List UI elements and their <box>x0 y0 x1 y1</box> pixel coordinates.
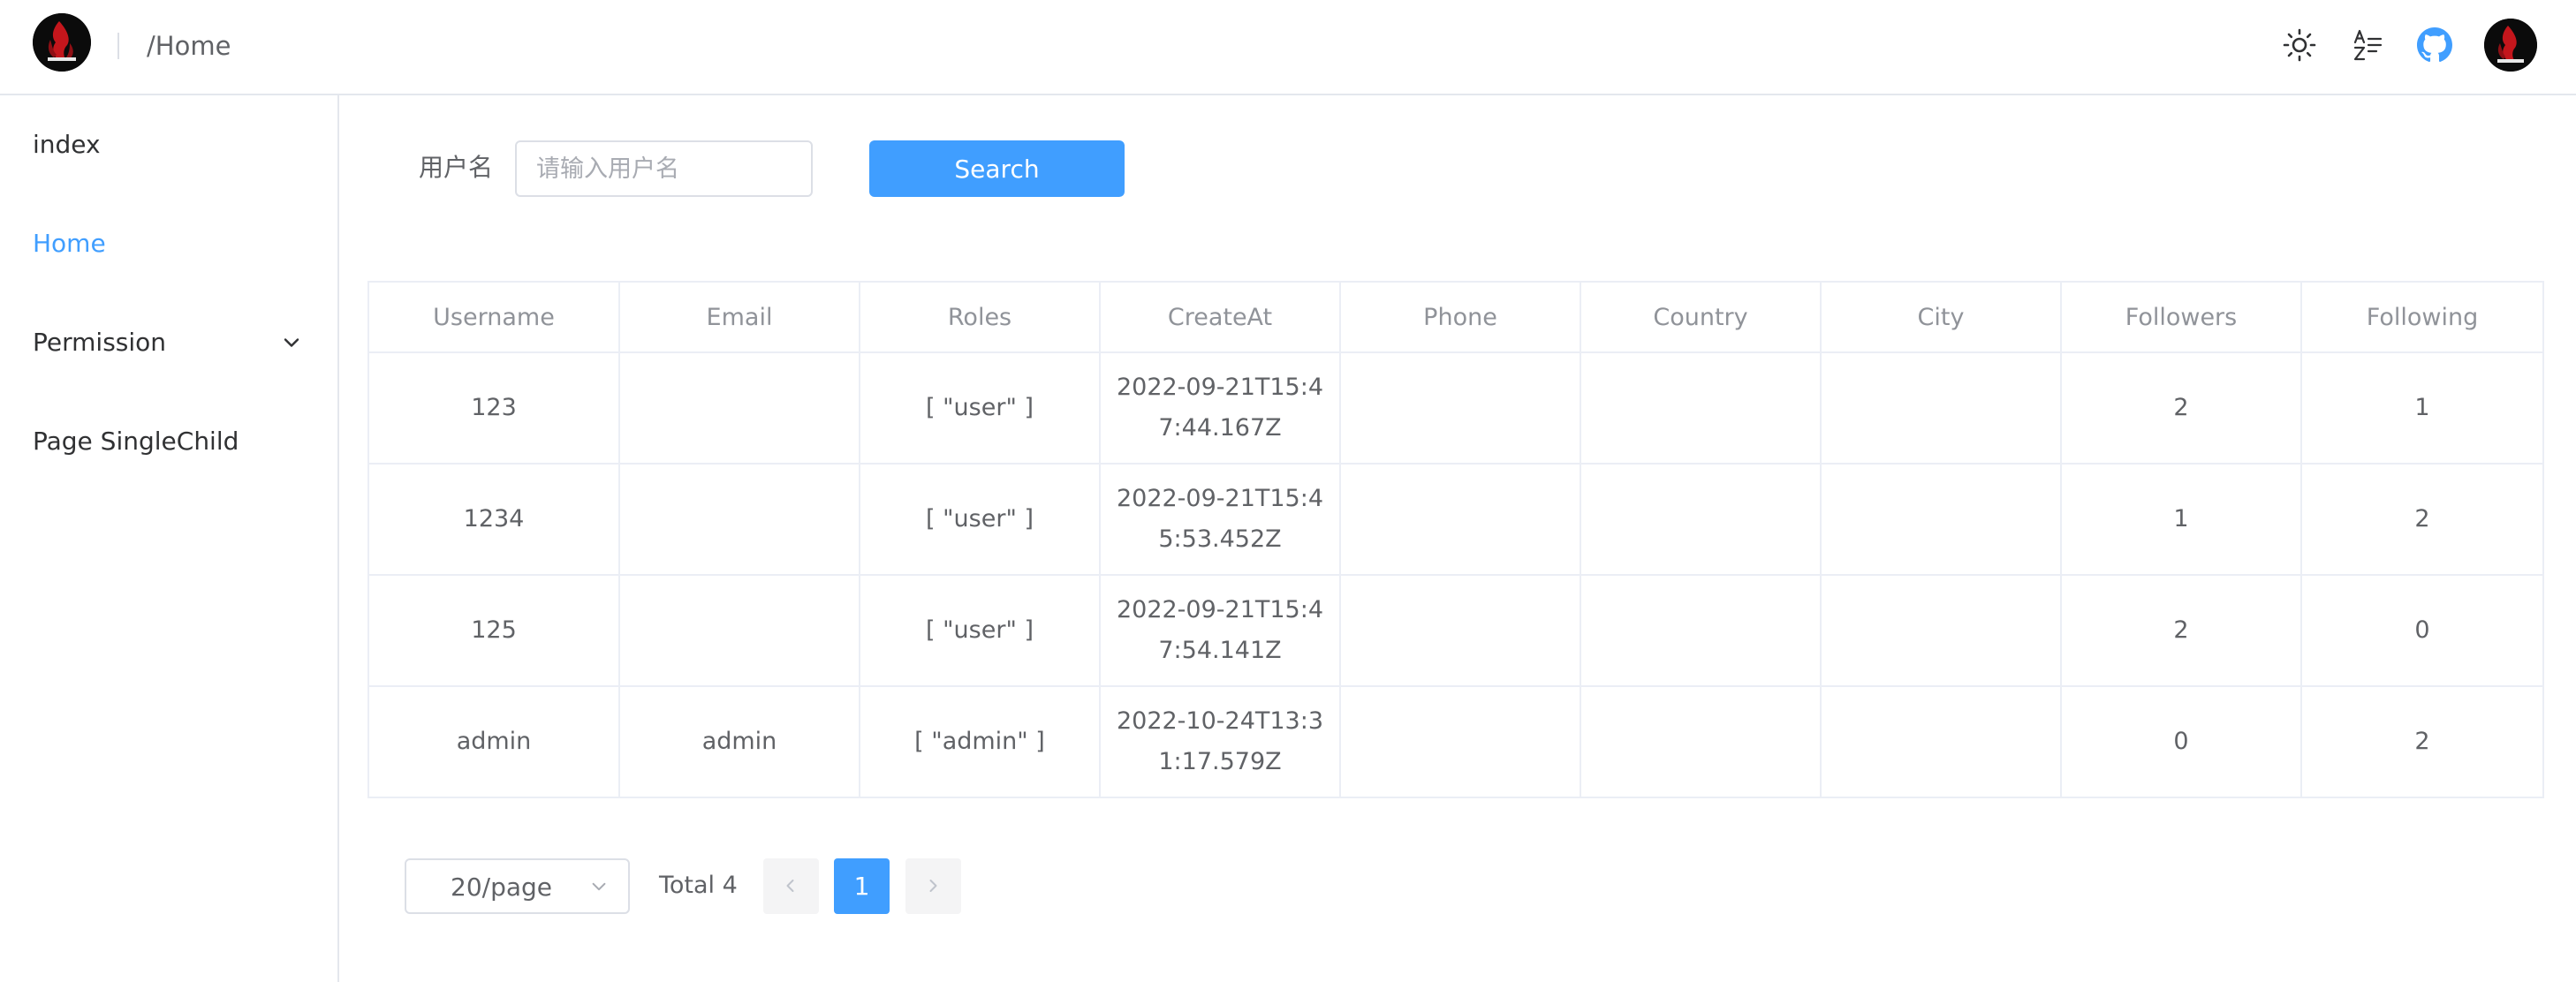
table-row[interactable]: 1234 [ "user" ] 2022-09-21T15:45:53.452Z… <box>367 463 2544 576</box>
column-header-city[interactable]: City <box>1820 281 2062 353</box>
cell-city <box>1820 463 2062 576</box>
username-input[interactable] <box>515 140 813 197</box>
column-header-email[interactable]: Email <box>618 281 860 353</box>
table-row[interactable]: 125 [ "user" ] 2022-09-21T15:47:54.141Z … <box>367 574 2544 687</box>
cell-phone <box>1339 463 1581 576</box>
table-row[interactable]: admin admin [ "admin" ] 2022-10-24T13:31… <box>367 685 2544 798</box>
app-root: /Home index Home Permission Page SingleC… <box>0 0 2576 982</box>
column-header-following[interactable]: Following <box>2300 281 2544 353</box>
table-row[interactable]: 123 [ "user" ] 2022-09-21T15:47:44.167Z … <box>367 351 2544 465</box>
cell-email: admin <box>618 685 860 798</box>
cell-following: 1 <box>2300 351 2544 465</box>
cell-roles: [ "user" ] <box>859 463 1101 576</box>
sidebar-item-label: Page SingleChild <box>33 427 239 456</box>
cell-roles: [ "admin" ] <box>859 685 1101 798</box>
cell-following: 2 <box>2300 685 2544 798</box>
cell-username: 123 <box>367 351 620 465</box>
user-avatar[interactable] <box>2484 19 2537 72</box>
sidebar-item-label: index <box>33 130 101 159</box>
column-header-phone[interactable]: Phone <box>1339 281 1581 353</box>
cell-followers: 2 <box>2060 574 2302 687</box>
cell-country <box>1580 574 1822 687</box>
cell-phone <box>1339 685 1581 798</box>
column-header-followers[interactable]: Followers <box>2060 281 2302 353</box>
users-table-wrapper: Username Email Roles CreateAt Phone Coun… <box>367 281 2544 798</box>
translate-icon[interactable] <box>2349 27 2384 63</box>
users-table: Username Email Roles CreateAt Phone Coun… <box>367 281 2544 798</box>
cell-username: 1234 <box>367 463 620 576</box>
cell-username: 125 <box>367 574 620 687</box>
page-size-select[interactable]: 20/page <box>405 858 630 914</box>
sidebar-item-permission[interactable]: Permission <box>0 293 337 392</box>
cell-following: 2 <box>2300 463 2544 576</box>
top-header: /Home <box>0 0 2576 95</box>
chevron-down-icon <box>589 877 609 896</box>
cell-email <box>618 351 860 465</box>
chevron-right-icon <box>929 880 937 892</box>
column-header-country[interactable]: Country <box>1580 281 1822 353</box>
cell-createat: 2022-09-21T15:47:54.141Z <box>1099 574 1341 687</box>
search-button[interactable]: Search <box>869 140 1125 197</box>
next-page-button[interactable] <box>905 858 961 914</box>
sidebar-menu: index Home Permission Page SingleChild <box>0 95 339 982</box>
cell-phone <box>1339 351 1581 465</box>
sidebar-item-label: Home <box>33 229 106 258</box>
sidebar-item-page-singlechild[interactable]: Page SingleChild <box>0 392 337 491</box>
cell-email <box>618 463 860 576</box>
sidebar-item-label: Permission <box>33 328 167 357</box>
cell-phone <box>1339 574 1581 687</box>
cell-roles: [ "user" ] <box>859 574 1101 687</box>
username-label: 用户名 <box>419 153 494 182</box>
cell-createat: 2022-10-24T13:31:17.579Z <box>1099 685 1341 798</box>
cell-followers: 2 <box>2060 351 2302 465</box>
total-count: Total 4 <box>659 872 738 899</box>
github-icon[interactable] <box>2417 27 2452 63</box>
sun-icon[interactable] <box>2282 27 2317 63</box>
chevron-down-icon <box>281 332 302 353</box>
cell-country <box>1580 463 1822 576</box>
chevron-left-icon <box>786 880 794 892</box>
cell-roles: [ "user" ] <box>859 351 1101 465</box>
cell-createat: 2022-09-21T15:45:53.452Z <box>1099 463 1341 576</box>
sidebar-item-index[interactable]: index <box>0 95 337 194</box>
cell-following: 0 <box>2300 574 2544 687</box>
breadcrumb: /Home <box>147 31 231 61</box>
app-logo[interactable] <box>33 13 91 72</box>
column-header-roles[interactable]: Roles <box>859 281 1101 353</box>
cell-email <box>618 574 860 687</box>
cell-country <box>1580 685 1822 798</box>
cell-country <box>1580 351 1822 465</box>
cell-city <box>1820 574 2062 687</box>
cell-followers: 1 <box>2060 463 2302 576</box>
header-divider <box>117 33 119 59</box>
column-header-username[interactable]: Username <box>367 281 620 353</box>
page-size-value: 20/page <box>451 872 552 902</box>
cell-city <box>1820 685 2062 798</box>
cell-createat: 2022-09-21T15:47:44.167Z <box>1099 351 1341 465</box>
prev-page-button[interactable] <box>763 858 819 914</box>
table-header-row: Username Email Roles CreateAt Phone Coun… <box>367 281 2544 353</box>
cell-username: admin <box>367 685 620 798</box>
cell-city <box>1820 351 2062 465</box>
column-header-createat[interactable]: CreateAt <box>1099 281 1341 353</box>
sidebar-item-home[interactable]: Home <box>0 194 337 293</box>
cell-followers: 0 <box>2060 685 2302 798</box>
page-number-button[interactable]: 1 <box>834 858 890 914</box>
